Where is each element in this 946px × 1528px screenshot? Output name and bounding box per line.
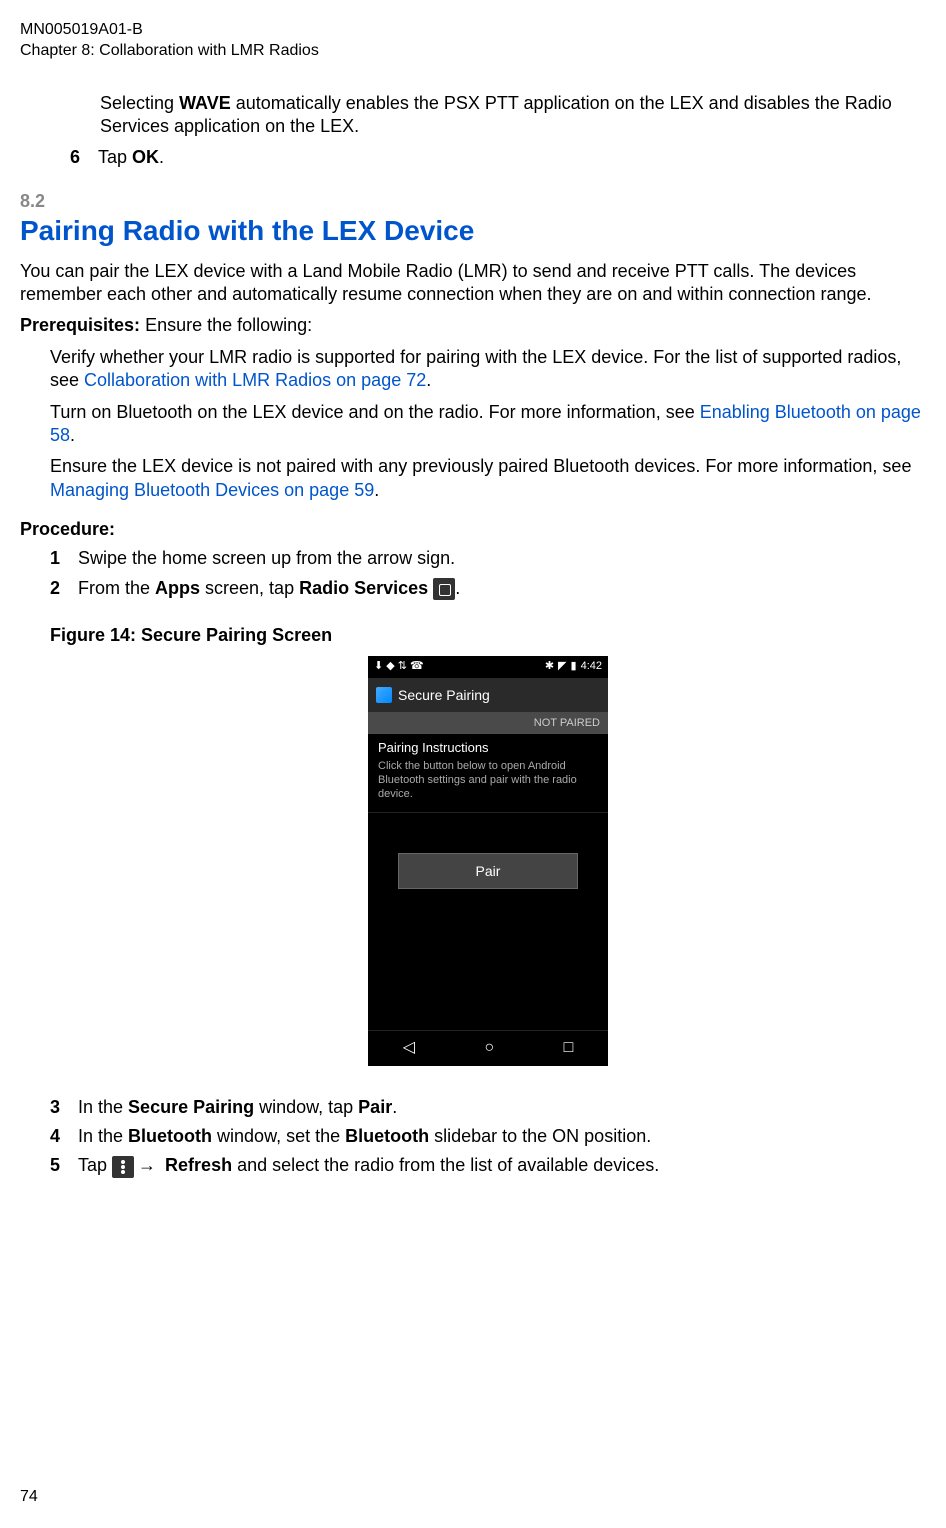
text: Selecting [100, 93, 179, 113]
figure-container: ⬇ ◆ ⇅ ☎ ✱ ◤ ▮ 4:42 Secure Pairing NOT PA… [50, 656, 926, 1066]
procedure-step-5: 5 Tap → Refresh and select the radio fro… [50, 1154, 926, 1177]
nav-recent-icon[interactable]: □ [564, 1038, 574, 1059]
text: . [374, 480, 379, 500]
text: . [426, 370, 431, 390]
step-number: 6 [70, 146, 98, 169]
text: Ensure the following: [140, 315, 312, 335]
section-number: 8.2 [20, 190, 926, 213]
instructions-title: Pairing Instructions [378, 740, 598, 757]
text: . [159, 147, 164, 167]
statusbar-left-icons: ⬇ ◆ ⇅ ☎ [374, 659, 424, 673]
text: Tap [78, 1155, 112, 1175]
phone-statusbar: ⬇ ◆ ⇅ ☎ ✱ ◤ ▮ 4:42 [368, 656, 608, 678]
phone-title: Secure Pairing [398, 686, 490, 704]
paired-status: NOT PAIRED [368, 712, 608, 734]
text: slidebar to the ON position. [429, 1126, 651, 1146]
step-text: Swipe the home screen up from the arrow … [78, 547, 926, 570]
prereq-item-1: Verify whether your LMR radio is support… [20, 346, 926, 393]
ok-label: OK [132, 147, 159, 167]
bluetooth-label-2: Bluetooth [345, 1126, 429, 1146]
text: In the [78, 1097, 128, 1117]
battery-icon: ▮ [571, 659, 577, 673]
text: . [392, 1097, 397, 1117]
document-header: MN005019A01-B Chapter 8: Collaboration w… [20, 20, 926, 62]
step-number: 2 [50, 577, 78, 600]
secure-pairing-label: Secure Pairing [128, 1097, 254, 1117]
text: screen, tap [200, 578, 299, 598]
text: window, set the [212, 1126, 345, 1146]
refresh-label: Refresh [165, 1155, 232, 1175]
page-number: 74 [20, 1487, 38, 1508]
figure-caption: Figure 14: Secure Pairing Screen [50, 624, 926, 647]
step-text: In the Secure Pairing window, tap Pair. [78, 1096, 926, 1119]
procedure-step-4: 4 In the Bluetooth window, set the Bluet… [50, 1125, 926, 1148]
radio-services-label: Radio Services [299, 578, 428, 598]
clock-time: 4:42 [581, 659, 602, 673]
overflow-menu-icon [112, 1156, 134, 1178]
wave-label: WAVE [179, 93, 231, 113]
text: Ensure the LEX device is not paired with… [50, 456, 911, 476]
step-6: 6 Tap OK. [70, 146, 926, 169]
nav-home-icon[interactable]: ○ [484, 1038, 494, 1059]
pairing-instructions-block: Pairing Instructions Click the button be… [368, 734, 608, 813]
body-content: Selecting WAVE automatically enables the… [20, 92, 926, 170]
pair-label: Pair [358, 1097, 392, 1117]
chapter-title: Chapter 8: Collaboration with LMR Radios [20, 41, 926, 62]
text: In the [78, 1126, 128, 1146]
link-managing-bluetooth[interactable]: Managing Bluetooth Devices on page 59 [50, 480, 374, 500]
step-number: 5 [50, 1154, 78, 1177]
bluetooth-icon: ✱ [545, 659, 554, 673]
secure-pairing-app-icon [376, 687, 392, 703]
pair-button[interactable]: Pair [398, 853, 578, 889]
procedure-step-3: 3 In the Secure Pairing window, tap Pair… [50, 1096, 926, 1119]
step-text: Tap → Refresh and select the radio from … [78, 1154, 926, 1177]
prereq-item-2: Turn on Bluetooth on the LEX device and … [20, 401, 926, 448]
prerequisites-line: Prerequisites: Ensure the following: [20, 314, 926, 337]
step-text: From the Apps screen, tap Radio Services… [78, 577, 926, 600]
step-number: 4 [50, 1125, 78, 1148]
procedure-list: 1 Swipe the home screen up from the arro… [20, 547, 926, 1177]
section-description: You can pair the LEX device with a Land … [20, 260, 926, 307]
section-title: Pairing Radio with the LEX Device [20, 213, 926, 249]
statusbar-right: ✱ ◤ ▮ 4:42 [545, 659, 602, 673]
prereq-label: Prerequisites: [20, 315, 140, 335]
phone-titlebar: Secure Pairing [368, 678, 608, 712]
signal-icon: ◤ [558, 659, 566, 673]
procedure-step-1: 1 Swipe the home screen up from the arro… [50, 547, 926, 570]
phone-navbar: ◁ ○ □ [368, 1030, 608, 1066]
step-number: 1 [50, 547, 78, 570]
procedure-label: Procedure: [20, 518, 926, 541]
text: window, tap [254, 1097, 358, 1117]
apps-label: Apps [155, 578, 200, 598]
text: From the [78, 578, 155, 598]
step-text: Tap OK. [98, 146, 926, 169]
step-text: In the Bluetooth window, set the Bluetoo… [78, 1125, 926, 1148]
text: Turn on Bluetooth on the LEX device and … [50, 402, 700, 422]
link-collaboration-lmr[interactable]: Collaboration with LMR Radios on page 72 [84, 370, 426, 390]
pair-button-wrap: Pair [368, 813, 608, 929]
procedure-step-2: 2 From the Apps screen, tap Radio Servic… [50, 577, 926, 600]
step-number: 3 [50, 1096, 78, 1119]
prereq-item-3: Ensure the LEX device is not paired with… [20, 455, 926, 502]
arrow-icon: → [138, 1155, 156, 1175]
intro-paragraph: Selecting WAVE automatically enables the… [70, 92, 926, 139]
radio-services-icon [433, 578, 455, 600]
text: . [455, 578, 460, 598]
text: and select the radio from the list of av… [232, 1155, 659, 1175]
bluetooth-label: Bluetooth [128, 1126, 212, 1146]
phone-screenshot: ⬇ ◆ ⇅ ☎ ✱ ◤ ▮ 4:42 Secure Pairing NOT PA… [368, 656, 608, 1066]
doc-id: MN005019A01-B [20, 20, 926, 41]
text: Tap [98, 147, 132, 167]
instructions-text: Click the button below to open Android B… [378, 759, 598, 802]
nav-back-icon[interactable]: ◁ [403, 1038, 415, 1059]
text: . [70, 425, 75, 445]
